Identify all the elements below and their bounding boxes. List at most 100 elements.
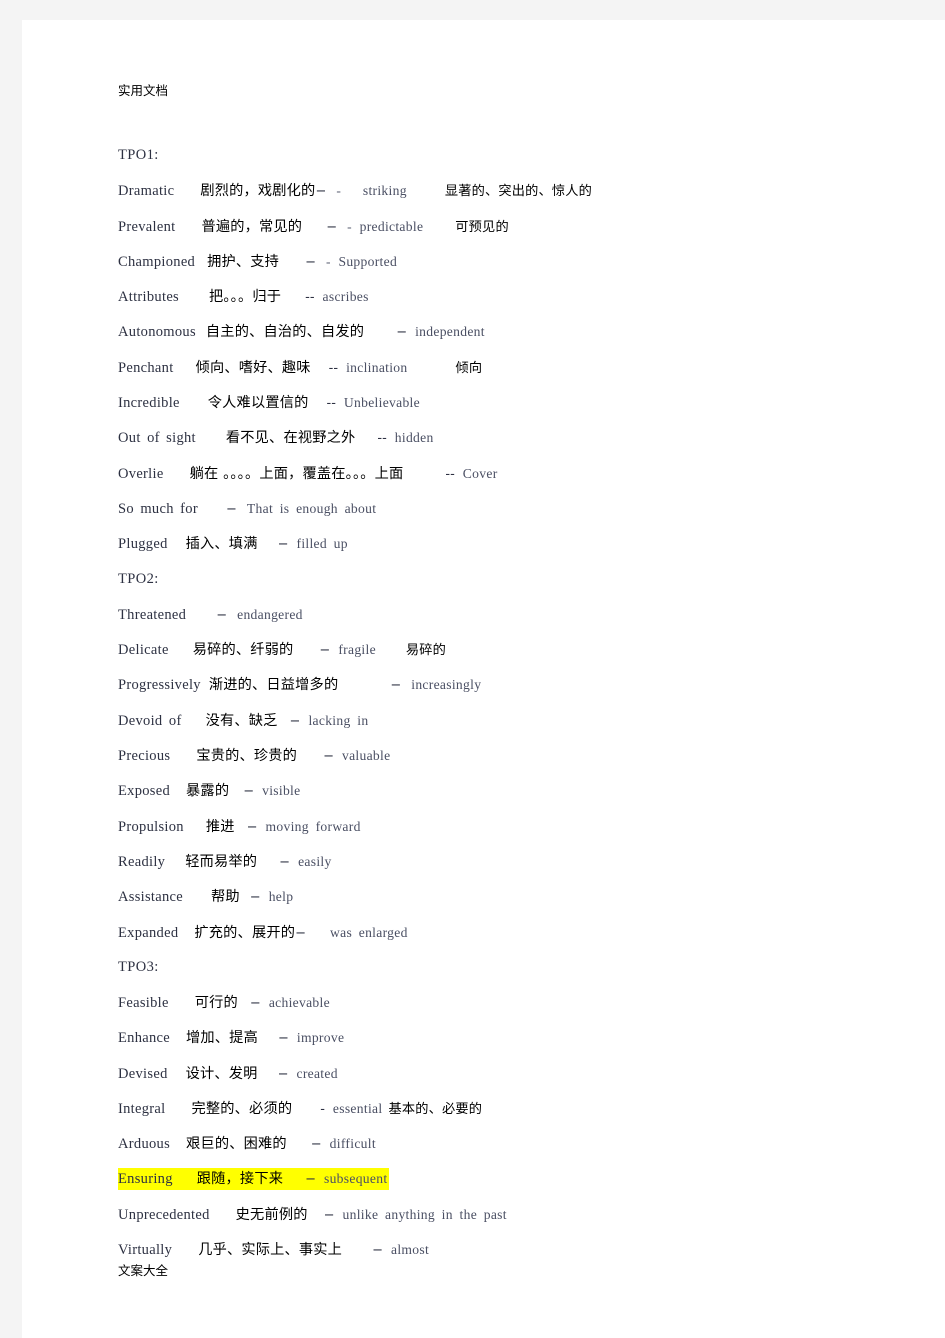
vocabulary-entry-row: Integral 完整的、必须的 - essential 基本的、必要的 — [118, 1091, 908, 1126]
entry-word: Unprecedented — [118, 1206, 210, 1223]
entry-word: Attributes — [118, 289, 179, 306]
entry-dash-separator: − — [249, 996, 261, 1012]
entry-chinese-gloss: 渐进的、日益增多的 — [208, 677, 339, 694]
entry-dash-separator: -- — [445, 466, 455, 482]
entry-dash-separator: − — [372, 1243, 383, 1259]
entry-dash-separator-secondary: - — [325, 253, 331, 269]
entry-synonym: Cover — [462, 465, 498, 481]
entry-synonym: filled up — [296, 536, 348, 552]
entry-chinese-gloss: 自主的、自治的、自发的 — [205, 324, 365, 341]
entry-chinese-trailing: 显著的、突出的、惊人的 — [444, 184, 593, 200]
entry-synonym: Supported — [338, 253, 398, 269]
entry-synonym: fragile — [338, 642, 376, 658]
entry-chinese-gloss: 躺在 。。。。上面，覆盖在。。。上面 — [189, 465, 404, 482]
section-heading-row: TPO3: — [118, 950, 908, 985]
entry-chinese-gloss: 扩充的、展开的 — [194, 924, 296, 941]
entry-word: Precious — [118, 748, 171, 765]
entry-chinese-gloss: 剧烈的，戏剧化的 — [200, 183, 316, 200]
section-label: TPO1: — [118, 147, 159, 163]
entry-dash-separator: − — [326, 219, 338, 235]
vocabulary-entry-row: Plugged 插入、填满 − filled up — [118, 526, 908, 561]
entry-word: Championed — [118, 253, 196, 270]
entry-dash-separator: − — [310, 1137, 322, 1153]
highlighted-entry: Ensuring 跟随，接下来 − subsequent — [118, 1167, 390, 1190]
entry-synonym: almost — [390, 1242, 430, 1258]
entry-dash-separator: − — [305, 1171, 316, 1187]
entry-chinese-gloss: 帮助 — [211, 889, 240, 906]
entry-dash-separator: − — [390, 678, 402, 694]
entry-word: Overlie — [118, 465, 164, 482]
entry-dash-separator: − — [396, 325, 408, 341]
entry-chinese-gloss: 跟随，接下来 — [196, 1170, 284, 1187]
entry-word: Integral — [118, 1101, 166, 1118]
vocabulary-entry-row: Dramatic 剧烈的，戏剧化的− - striking 显著的、突出的、惊人的 — [118, 173, 908, 208]
entry-dash-separator: − — [216, 607, 228, 623]
vocabulary-entry-row: Prevalent 普遍的，常见的 − - predictable 可预见的 — [118, 209, 908, 244]
entry-dash-separator: − — [277, 537, 289, 553]
entry-word: Out of sight — [118, 430, 196, 447]
entry-synonym: striking — [362, 183, 407, 199]
entry-chinese-gloss: 普遍的，常见的 — [201, 218, 303, 235]
entry-chinese-trailing: 倾向 — [455, 360, 483, 376]
vocabulary-entry-row: Enhance 增加、提高 − improve — [118, 1020, 908, 1055]
entry-dash-separator: − — [277, 1031, 289, 1047]
entry-synonym: increasingly — [411, 677, 482, 693]
entry-chinese-gloss: 完整的、必须的 — [191, 1101, 293, 1118]
entry-word: Arduous — [118, 1136, 171, 1153]
section-heading-row: TPO2: — [118, 562, 908, 597]
entry-word: Threatened — [118, 606, 187, 623]
vocabulary-entry-row: Autonomous 自主的、自治的、自发的 − independent — [118, 314, 908, 349]
entry-chinese-gloss: 轻而易举的 — [185, 853, 258, 870]
vocabulary-entry-row: Propulsion 推进 − moving forward — [118, 809, 908, 844]
entry-synonym: ascribes — [322, 289, 369, 305]
entry-dash-separator: - — [320, 1102, 325, 1118]
entry-chinese-gloss: 宝贵的、珍贵的 — [196, 748, 298, 765]
entry-word: Prevalent — [118, 218, 176, 235]
entry-chinese-gloss: 设计、发明 — [185, 1065, 258, 1082]
vocabulary-entry-row: Virtually 几乎、实际上、事实上 − almost — [118, 1232, 908, 1267]
entry-synonym: subsequent — [324, 1170, 388, 1186]
entry-chinese-gloss: 倾向、嗜好、趣味 — [195, 359, 311, 376]
entry-word: Penchant — [118, 359, 174, 376]
entry-word: Delicate — [118, 642, 169, 659]
